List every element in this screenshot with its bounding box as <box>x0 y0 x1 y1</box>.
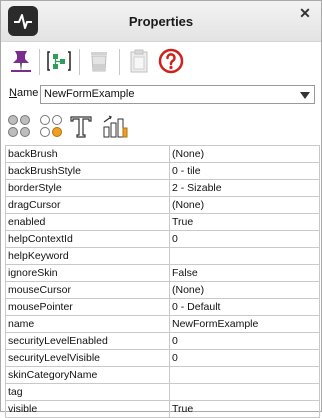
property-name: mouseCursor <box>6 282 170 298</box>
toolbar-separator <box>119 49 120 75</box>
property-row[interactable]: borderStyle 2 - Sizable <box>6 180 320 197</box>
show-all-properties-icon[interactable] <box>5 113 33 139</box>
property-name: mousePointer <box>6 299 170 315</box>
property-value[interactable] <box>170 384 320 400</box>
name-selector-row: Name NewFormExample <box>1 85 321 105</box>
property-value[interactable]: 0 <box>170 333 320 349</box>
property-row[interactable]: mouseCursor (None) <box>6 282 320 299</box>
property-name: dragCursor <box>6 197 170 213</box>
property-name: skinCategoryName <box>6 367 170 383</box>
property-name: securityLevelEnabled <box>6 333 170 349</box>
property-value[interactable]: NewFormExample <box>170 316 320 332</box>
property-row[interactable]: securityLevelVisible 0 <box>6 350 320 367</box>
property-row[interactable]: helpKeyword <box>6 248 320 265</box>
text-properties-icon[interactable] <box>67 113 95 139</box>
property-value[interactable]: 0 - Default <box>170 299 320 315</box>
paste-icon[interactable] <box>125 47 153 75</box>
name-dropdown[interactable]: NewFormExample <box>40 85 315 104</box>
properties-toolbar <box>1 45 321 79</box>
property-row[interactable]: skinCategoryName <box>6 367 320 384</box>
property-grid: backBrush (None) backBrushStyle 0 - tile bor… <box>5 145 320 418</box>
property-name: ignoreSkin <box>6 265 170 281</box>
property-row[interactable]: tag <box>6 384 320 401</box>
property-value[interactable]: True <box>170 401 320 417</box>
property-row[interactable]: mousePointer 0 - Default <box>6 299 320 316</box>
name-dropdown-value: NewFormExample <box>44 88 135 100</box>
property-value[interactable]: (None) <box>170 282 320 298</box>
show-modified-properties-icon[interactable] <box>37 113 65 139</box>
property-row[interactable]: backBrush (None) <box>6 146 320 163</box>
property-value[interactable]: (None) <box>170 146 320 162</box>
property-value[interactable] <box>170 248 320 264</box>
component-tree-icon[interactable] <box>45 47 73 75</box>
property-name: tag <box>6 384 170 400</box>
property-name: helpKeyword <box>6 248 170 264</box>
property-name: enabled <box>6 214 170 230</box>
properties-window: Properties ✕ Name NewFormExample backBru… <box>0 0 322 418</box>
property-name: name <box>6 316 170 332</box>
property-name: borderStyle <box>6 180 170 196</box>
property-value[interactable]: True <box>170 214 320 230</box>
clear-icon[interactable] <box>85 47 113 75</box>
chevron-down-icon[interactable] <box>300 92 310 99</box>
property-row[interactable]: backBrushStyle 0 - tile <box>6 163 320 180</box>
property-value[interactable]: 2 - Sizable <box>170 180 320 196</box>
property-name: securityLevelVisible <box>6 350 170 366</box>
property-row[interactable]: enabled True <box>6 214 320 231</box>
window-title: Properties <box>128 14 194 29</box>
property-name: helpContextId <box>6 231 170 247</box>
property-value[interactable]: 0 - tile <box>170 163 320 179</box>
property-value[interactable]: False <box>170 265 320 281</box>
property-name: backBrush <box>6 146 170 162</box>
close-icon[interactable]: ✕ <box>298 6 312 20</box>
property-row[interactable]: visible True <box>6 401 320 418</box>
view-toolbar <box>1 111 321 141</box>
property-name: backBrushStyle <box>6 163 170 179</box>
property-value[interactable]: 0 <box>170 350 320 366</box>
help-icon[interactable] <box>157 47 185 75</box>
property-value[interactable]: (None) <box>170 197 320 213</box>
property-row[interactable]: securityLevelEnabled 0 <box>6 333 320 350</box>
name-label: Name <box>9 87 39 99</box>
property-value[interactable] <box>170 367 320 383</box>
property-row[interactable]: name NewFormExample <box>6 316 320 333</box>
property-name: visible <box>6 401 170 417</box>
toolbar-separator <box>39 49 40 75</box>
pin-icon[interactable] <box>7 47 35 75</box>
property-row[interactable]: ignoreSkin False <box>6 265 320 282</box>
sort-properties-icon[interactable] <box>101 113 129 139</box>
property-value[interactable]: 0 <box>170 231 320 247</box>
property-row[interactable]: dragCursor (None) <box>6 197 320 214</box>
title-bar: Properties ✕ <box>1 1 321 42</box>
property-row[interactable]: helpContextId 0 <box>6 231 320 248</box>
toolbar-separator <box>79 49 80 75</box>
